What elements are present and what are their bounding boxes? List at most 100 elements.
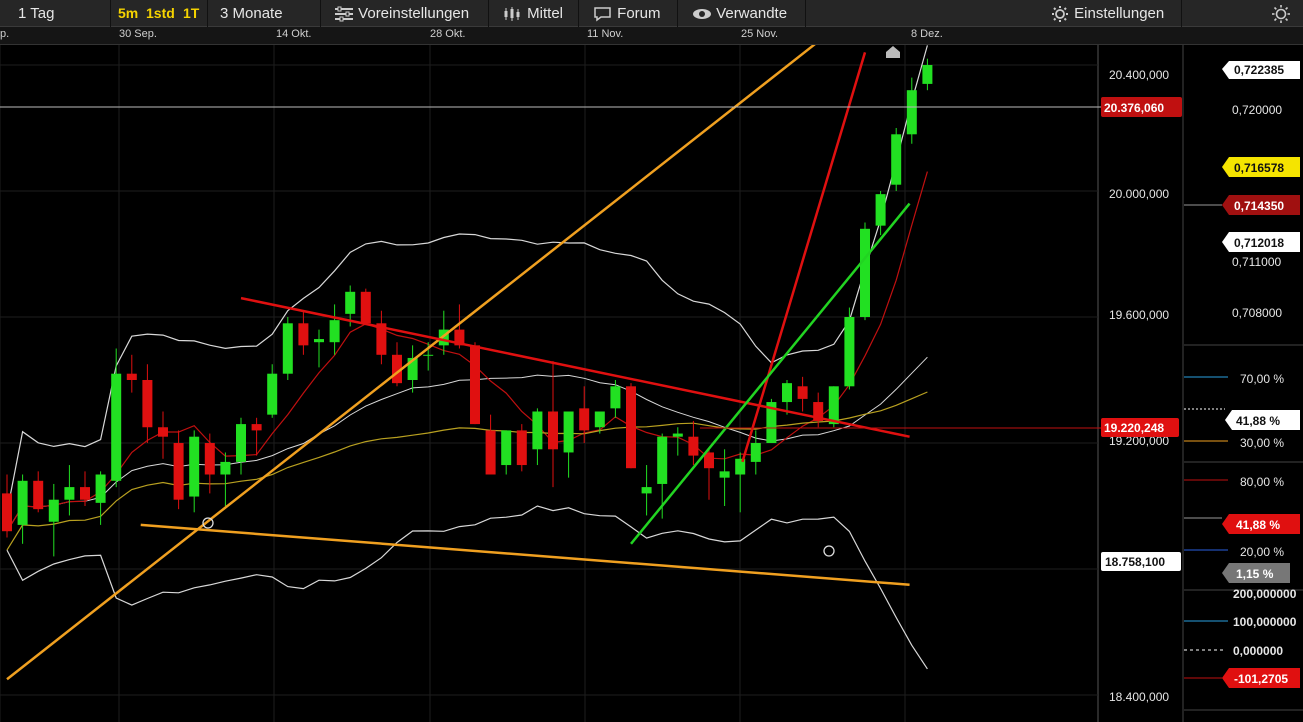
candle-body <box>579 408 590 431</box>
candle-body <box>173 443 184 500</box>
candle-body <box>563 411 574 453</box>
chart-grid <box>0 45 1098 722</box>
candle-body <box>891 134 902 185</box>
secondary-tick: 0,708000 <box>1232 306 1282 320</box>
price-tick: 20.400,000 <box>1109 68 1169 82</box>
marker-tag-white: 18.758,100 <box>1105 555 1165 569</box>
osc2-value-tag: 1,15 % <box>1236 567 1274 581</box>
candle-body <box>142 380 153 428</box>
date-tick: 11 Nov. <box>587 28 624 40</box>
trendlines[interactable] <box>6 38 911 681</box>
candle-body <box>204 443 215 475</box>
candle-body <box>797 386 808 399</box>
date-axis: p. 30 Sep. 14 Okt. 28 Okt. 11 Nov. 25 No… <box>0 27 1303 45</box>
candle-body <box>158 427 168 437</box>
sun-icon <box>1272 5 1290 24</box>
gear-icon <box>1052 6 1068 23</box>
trendline-green <box>630 202 911 545</box>
candle-body <box>282 323 293 374</box>
date-tick: 28 Okt. <box>430 28 466 40</box>
candle-body <box>2 493 12 532</box>
candle-body <box>719 471 730 478</box>
osc2-tick: 20,00 % <box>1240 545 1284 559</box>
osc1-value-tag: 41,88 % <box>1236 414 1280 428</box>
candle-body <box>220 461 231 475</box>
settings-label: Einstellungen <box>1074 5 1165 22</box>
price-tick: 20.000,000 <box>1109 187 1169 201</box>
candle-body <box>704 452 714 469</box>
candle-body <box>345 291 356 314</box>
osc1-tick: 70,00 % <box>1240 372 1284 386</box>
date-tick: 30 Sep. <box>119 28 157 40</box>
candle-body <box>236 424 246 462</box>
candles-icon <box>504 7 520 22</box>
candle-body <box>485 430 496 475</box>
trendline-anchor-handle <box>823 545 835 557</box>
candle-body <box>111 373 122 481</box>
candlesticks <box>2 58 933 557</box>
momentum-tick: 100,000000 <box>1233 615 1297 629</box>
price-tick: 19.600,000 <box>1109 308 1169 322</box>
date-tick: 8 Dez. <box>911 28 943 40</box>
osc2-value-tag: 41,88 % <box>1236 518 1280 532</box>
price-chart[interactable]: 20.400,000 20.000,000 19.600,000 19.200,… <box>0 0 1303 722</box>
candle-body <box>95 474 106 503</box>
presets-button[interactable]: Voreinstellungen <box>334 0 469 27</box>
candle-body <box>610 386 621 409</box>
candle-body <box>64 487 75 500</box>
candle-body <box>672 433 683 437</box>
trendline-orange <box>6 38 822 681</box>
momentum-tick: 0,000000 <box>1233 644 1283 658</box>
period-selector[interactable]: 1 Tag <box>18 0 54 27</box>
secondary-tick: 0,711000 <box>1232 255 1281 269</box>
candle-body <box>189 436 200 497</box>
candle-body <box>298 323 309 346</box>
forum-button[interactable]: Forum <box>593 0 661 27</box>
candle-body <box>501 430 512 466</box>
secondary-tag: 0,722385 <box>1234 63 1284 77</box>
candle-body <box>532 411 543 450</box>
osc1-tick: 30,00 % <box>1240 436 1284 450</box>
secondary-tag: 0,712018 <box>1234 236 1284 250</box>
trendline-orange <box>140 523 910 586</box>
trendline-red <box>741 52 867 463</box>
candle-body <box>33 480 44 510</box>
candle-body <box>470 345 480 425</box>
candle-body <box>314 339 324 343</box>
marker-tag-red: 19.220,248 <box>1104 421 1164 435</box>
price-tick: 18.400,000 <box>1109 690 1169 704</box>
average-button[interactable]: Mittel <box>503 0 563 27</box>
date-tick: p. <box>0 28 10 40</box>
candle-body <box>782 383 792 403</box>
secondary-tick: 0,720000 <box>1232 103 1282 117</box>
momentum-tick: 200,000000 <box>1233 587 1297 601</box>
candle-body <box>844 317 855 387</box>
quick-1std-button[interactable]: 1std <box>146 0 175 27</box>
presets-label: Voreinstellungen <box>358 5 470 22</box>
candle-body <box>906 90 917 135</box>
candle-body <box>626 386 636 469</box>
chart-toolbar: 1 Tag 5m 1std 1T 3 Monate Voreinstellung… <box>0 0 1303 27</box>
range-selector[interactable]: 3 Monate <box>220 0 283 27</box>
candle-body <box>594 411 605 428</box>
candle-body <box>423 354 434 356</box>
secondary-tag: 0,716578 <box>1234 161 1284 175</box>
related-label: Verwandte <box>716 5 788 22</box>
settings-button[interactable]: Einstellungen <box>1050 0 1164 27</box>
sliders-icon <box>335 6 353 22</box>
quick-5m-button[interactable]: 5m <box>118 0 138 27</box>
forum-label: Forum <box>617 5 661 22</box>
candle-body <box>17 480 28 525</box>
candle-body <box>329 320 340 343</box>
candle-body <box>828 386 839 425</box>
quick-1t-button[interactable]: 1T <box>183 0 199 27</box>
related-button[interactable]: Verwandte <box>692 0 787 27</box>
candle-body <box>641 487 652 494</box>
candle-body <box>688 436 699 456</box>
theme-toggle-button[interactable] <box>1270 0 1292 27</box>
candle-body <box>548 411 558 450</box>
date-tick: 25 Nov. <box>741 28 779 40</box>
date-tick: 14 Okt. <box>276 28 312 40</box>
trendline-anchor-icon[interactable] <box>886 46 900 58</box>
candle-body <box>922 65 933 84</box>
